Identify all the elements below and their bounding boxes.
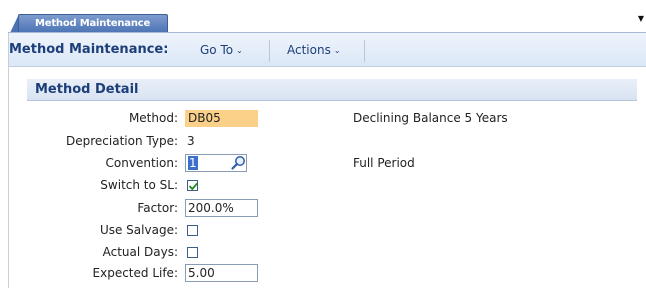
toolbar: Method Maintenance: Go To ⌄ Actions ⌄	[9, 33, 646, 67]
tab-method-maintenance[interactable]: Method Maintenance	[18, 14, 168, 33]
go-to-label: Go To	[200, 43, 234, 57]
actions-menu[interactable]: Actions ⌄	[287, 43, 341, 57]
factor-label: Factor:	[137, 201, 178, 215]
actual-days-checkbox[interactable]	[187, 247, 198, 258]
use-salvage-checkbox[interactable]	[187, 225, 198, 236]
tab-strip: Method Maintenance ▼	[0, 0, 646, 33]
depreciation-type-value: 3	[187, 134, 195, 148]
toolbar-title: Method Maintenance:	[9, 42, 169, 57]
chevron-down-icon: ⌄	[236, 46, 243, 55]
toolbar-separator	[269, 40, 270, 62]
use-salvage-label: Use Salvage:	[99, 223, 178, 237]
method-label: Method:	[128, 111, 178, 125]
expected-life-field[interactable]: 5.00	[185, 264, 258, 282]
convention-label: Convention:	[105, 156, 178, 170]
search-icon[interactable]	[230, 155, 246, 171]
convention-description: Full Period	[353, 156, 415, 170]
section-title: Method Detail	[35, 82, 139, 97]
switch-to-sl-label: Switch to SL:	[100, 178, 178, 192]
section-header: Method Detail	[27, 79, 637, 101]
depreciation-type-label: Depreciation Type:	[66, 134, 178, 148]
tab-list-menu-icon[interactable]: ▼	[638, 14, 644, 23]
method-field[interactable]: DB05	[185, 110, 258, 127]
checkmark-icon	[189, 182, 198, 190]
actual-days-label: Actual Days:	[102, 245, 178, 259]
go-to-menu[interactable]: Go To ⌄	[200, 43, 243, 57]
method-description: Declining Balance 5 Years	[353, 111, 508, 125]
toolbar-separator	[364, 40, 365, 62]
expected-life-label: Expected Life:	[92, 266, 178, 280]
factor-field[interactable]: 200.0%	[185, 199, 258, 217]
switch-to-sl-checkbox[interactable]	[187, 180, 198, 191]
actions-label: Actions	[287, 43, 331, 57]
chevron-down-icon: ⌄	[333, 46, 341, 55]
convention-value: 1	[188, 156, 198, 170]
